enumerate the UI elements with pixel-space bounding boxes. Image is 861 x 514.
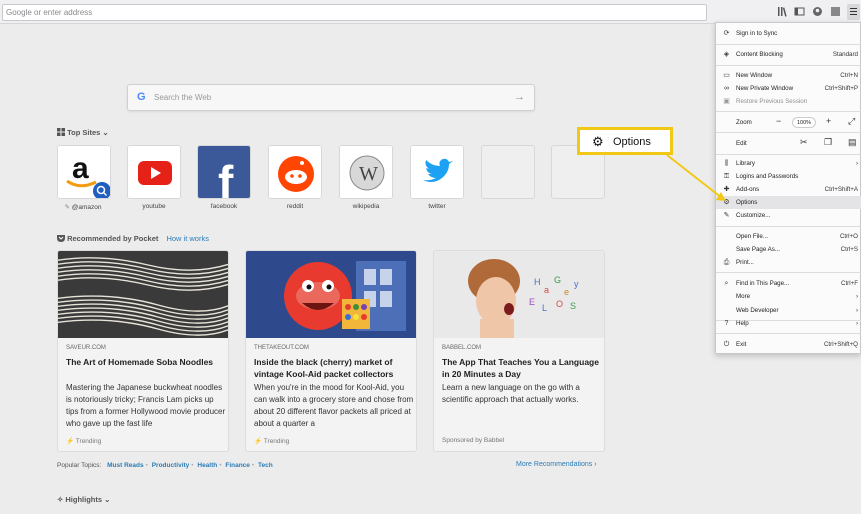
callout-label: Options bbox=[613, 136, 651, 148]
callout-arrow bbox=[666, 154, 726, 201]
gear-icon: ⚙ bbox=[592, 134, 604, 149]
options-callout: ⚙ Options bbox=[577, 127, 673, 155]
